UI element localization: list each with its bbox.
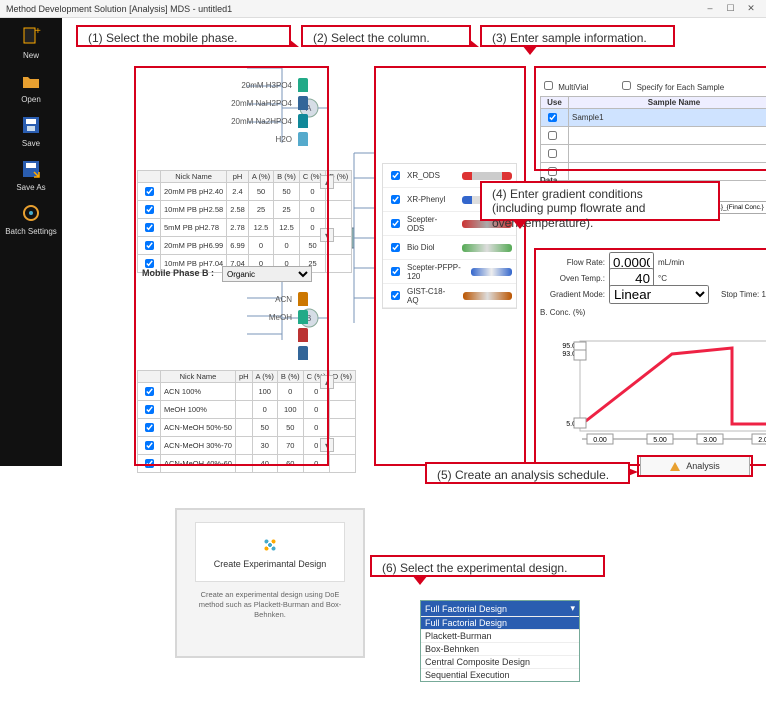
floppy-icon bbox=[20, 114, 42, 136]
doe-description: Create an experimental design using DoE … bbox=[189, 590, 351, 619]
window-controls: – ☐ ✕ bbox=[701, 3, 760, 14]
region-gradient bbox=[534, 248, 766, 466]
doe-panel: Create Experimantal Design Create an exp… bbox=[175, 508, 365, 658]
folder-icon bbox=[20, 70, 42, 92]
chevron-down-icon: ▾ bbox=[570, 603, 575, 614]
callout-5: (5) Create an analysis schedule. bbox=[425, 462, 630, 484]
close-button[interactable]: ✕ bbox=[742, 3, 760, 14]
callout-4: (4) Enter gradient conditions (including… bbox=[480, 181, 720, 221]
batch-icon bbox=[20, 202, 42, 224]
sidebar-label: Save bbox=[22, 139, 40, 148]
sidebar-save[interactable]: Save bbox=[20, 114, 42, 148]
title-bar: Method Development Solution [Analysis] M… bbox=[0, 0, 766, 18]
doe-option[interactable]: Full Factorial Design bbox=[421, 616, 579, 629]
doe-option[interactable]: Box-Behnken bbox=[421, 642, 579, 655]
sidebar-new[interactable]: + New bbox=[20, 26, 42, 60]
sidebar-open[interactable]: Open bbox=[20, 70, 42, 104]
svg-text:+: + bbox=[35, 26, 41, 37]
doe-option[interactable]: Central Composite Design bbox=[421, 655, 579, 668]
sidebar-saveas[interactable]: Save As bbox=[16, 158, 45, 192]
sidebar-label: New bbox=[23, 51, 39, 60]
region-sample bbox=[534, 66, 766, 171]
doe-option[interactable]: Plackett-Burman bbox=[421, 629, 579, 642]
maximize-button[interactable]: ☐ bbox=[721, 3, 739, 14]
minimize-button[interactable]: – bbox=[701, 3, 719, 13]
new-doc-icon: + bbox=[20, 26, 42, 48]
callout-2: (2) Select the column. bbox=[301, 25, 471, 47]
sidebar-label: Save As bbox=[16, 183, 45, 192]
sidebar-label: Batch Settings bbox=[5, 227, 57, 236]
callout-3: (3) Enter sample information. bbox=[480, 25, 675, 47]
main-canvas: A B 20mM H3PO4 20mM NaH2PO4 20mM Na2HPO4… bbox=[62, 18, 766, 466]
window-title: Method Development Solution [Analysis] M… bbox=[6, 4, 232, 14]
region-column bbox=[374, 66, 526, 466]
region-mobile-phase bbox=[134, 66, 329, 466]
callout-1: (1) Select the mobile phase. bbox=[76, 25, 291, 47]
doe-selected[interactable]: Full Factorial Design▾ bbox=[421, 601, 579, 616]
create-doe-button[interactable]: Create Experimantal Design bbox=[195, 522, 345, 582]
doe-dropdown[interactable]: Full Factorial Design▾ Full Factorial De… bbox=[420, 600, 580, 682]
doe-option[interactable]: Sequential Execution bbox=[421, 668, 579, 681]
doe-icon bbox=[261, 536, 279, 554]
floppy-as-icon bbox=[20, 158, 42, 180]
sidebar-label: Open bbox=[21, 95, 41, 104]
sidebar-batch[interactable]: Batch Settings bbox=[5, 202, 57, 236]
sidebar: + New Open Save Save As Batch Settings bbox=[0, 18, 62, 466]
callout-6: (6) Select the experimental design. bbox=[370, 555, 605, 577]
region-analysis bbox=[637, 455, 753, 477]
